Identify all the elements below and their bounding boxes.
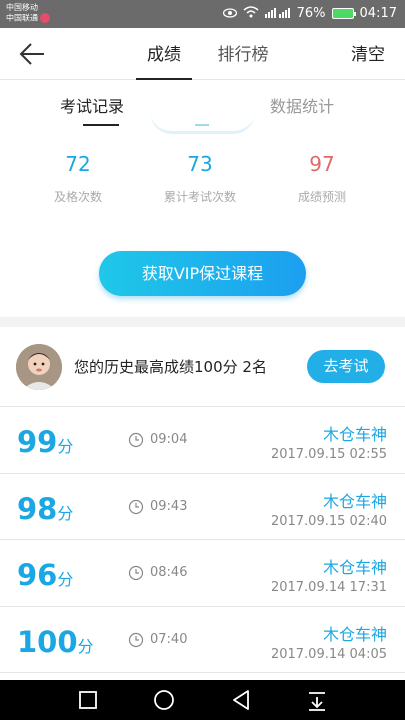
carrier-info: 中国移动 中国联通 bbox=[6, 3, 50, 24]
record-user-name: 木仓车神 bbox=[322, 491, 387, 511]
record-user-name: 木仓车神 bbox=[322, 558, 387, 577]
record-date: 2017.09.15 02:55 bbox=[270, 447, 387, 462]
wifi-icon bbox=[243, 6, 259, 21]
clock-time: 04:17 bbox=[359, 6, 397, 21]
stat-total-exams: 73 累计考试次数 bbox=[145, 152, 255, 205]
record-duration: 07:40 bbox=[150, 631, 188, 647]
best-score-text: 您的历史最高成绩100分 2名 bbox=[74, 358, 267, 376]
record-date: 2017.09.15 02:40 bbox=[270, 513, 387, 529]
stat-label: 及格次数 bbox=[53, 190, 102, 204]
app-notification-icon bbox=[40, 13, 50, 23]
subtab-active-indicator bbox=[83, 124, 119, 126]
tab-active-indicator bbox=[136, 78, 192, 80]
tab-ranking[interactable]: 排行榜 bbox=[212, 40, 274, 65]
exam-record-list: 99分 09:04 木仓车神 2017.09.15 02:55 98分 09:4… bbox=[0, 407, 405, 673]
record-user-name: 木仓车神 bbox=[322, 425, 387, 444]
stat-label: 累计考试次数 bbox=[163, 190, 236, 204]
list-item[interactable]: 100分 07:40 木仓车神 2017.09.14 04:05 bbox=[0, 607, 405, 673]
score-value: 99 bbox=[17, 425, 58, 459]
score-unit: 分 bbox=[77, 636, 94, 656]
gauge-arc bbox=[150, 112, 255, 134]
record-score: 96分 bbox=[17, 558, 73, 592]
clock-icon bbox=[128, 499, 144, 515]
tab-score[interactable]: 成绩 bbox=[138, 40, 190, 65]
header: 成绩 排行榜 清空 bbox=[0, 28, 405, 80]
back-triangle-icon[interactable] bbox=[229, 688, 253, 712]
list-item[interactable]: 96分 08:46 木仓车神 2017.09.14 17:31 bbox=[0, 540, 405, 607]
stat-score-prediction: 97 成绩预测 bbox=[267, 152, 377, 205]
record-score: 98分 bbox=[17, 492, 73, 526]
score-value: 98 bbox=[17, 491, 58, 526]
record-score: 99分 bbox=[17, 425, 73, 459]
download-icon[interactable] bbox=[305, 688, 329, 712]
record-duration: 09:43 bbox=[150, 498, 188, 514]
eye-icon bbox=[222, 7, 237, 21]
status-icons: 76% 04:17 bbox=[222, 6, 397, 21]
score-unit: 分 bbox=[57, 570, 74, 589]
score-unit: 分 bbox=[57, 503, 74, 523]
status-bar: 中国移动 中国联通 76% 04:17 bbox=[0, 0, 405, 28]
carrier-2: 中国联通 bbox=[6, 13, 38, 23]
battery-percent: 76% bbox=[296, 6, 326, 21]
vip-course-button[interactable]: 获取VIP保过课程 bbox=[99, 251, 306, 296]
circle-icon[interactable] bbox=[152, 688, 176, 712]
record-user-name: 木仓车神 bbox=[322, 624, 387, 644]
score-value: 96 bbox=[17, 558, 58, 592]
back-arrow-icon[interactable] bbox=[18, 40, 48, 68]
take-exam-button[interactable]: 去考试 bbox=[307, 350, 385, 383]
stat-pass-count: 72 及格次数 bbox=[23, 152, 133, 205]
system-nav-bar bbox=[0, 680, 405, 720]
subtab-data-stats[interactable]: 数据统计 bbox=[270, 93, 334, 117]
clear-button[interactable]: 清空 bbox=[351, 40, 385, 65]
best-score-row: 您的历史最高成绩100分 2名 去考试 bbox=[0, 327, 405, 407]
carrier-1: 中国移动 bbox=[6, 3, 38, 12]
square-icon[interactable] bbox=[76, 688, 100, 712]
stat-value: 73 bbox=[187, 152, 213, 176]
stat-value: 97 bbox=[309, 152, 335, 176]
clock-icon bbox=[128, 632, 144, 648]
record-date: 2017.09.14 04:05 bbox=[270, 646, 387, 662]
section-divider bbox=[0, 317, 405, 327]
signal-icon bbox=[264, 6, 291, 21]
clock-icon bbox=[128, 432, 144, 448]
score-unit: 分 bbox=[57, 437, 74, 456]
list-item[interactable]: 98分 09:43 木仓车神 2017.09.15 02:40 bbox=[0, 474, 405, 540]
list-item[interactable]: 99分 09:04 木仓车神 2017.09.15 02:55 bbox=[0, 407, 405, 474]
stat-label: 成绩预测 bbox=[297, 190, 346, 204]
clock-icon bbox=[128, 565, 144, 581]
battery-icon bbox=[331, 8, 356, 19]
stat-value: 72 bbox=[65, 152, 91, 176]
record-score: 100分 bbox=[17, 625, 94, 659]
record-duration: 08:46 bbox=[150, 565, 188, 580]
score-value: 100 bbox=[17, 624, 78, 659]
subtab-exam-records[interactable]: 考试记录 bbox=[60, 93, 124, 117]
avatar bbox=[16, 344, 62, 390]
record-date: 2017.09.14 17:31 bbox=[270, 580, 387, 595]
record-duration: 09:04 bbox=[150, 432, 188, 447]
gauge-marker bbox=[195, 124, 209, 126]
